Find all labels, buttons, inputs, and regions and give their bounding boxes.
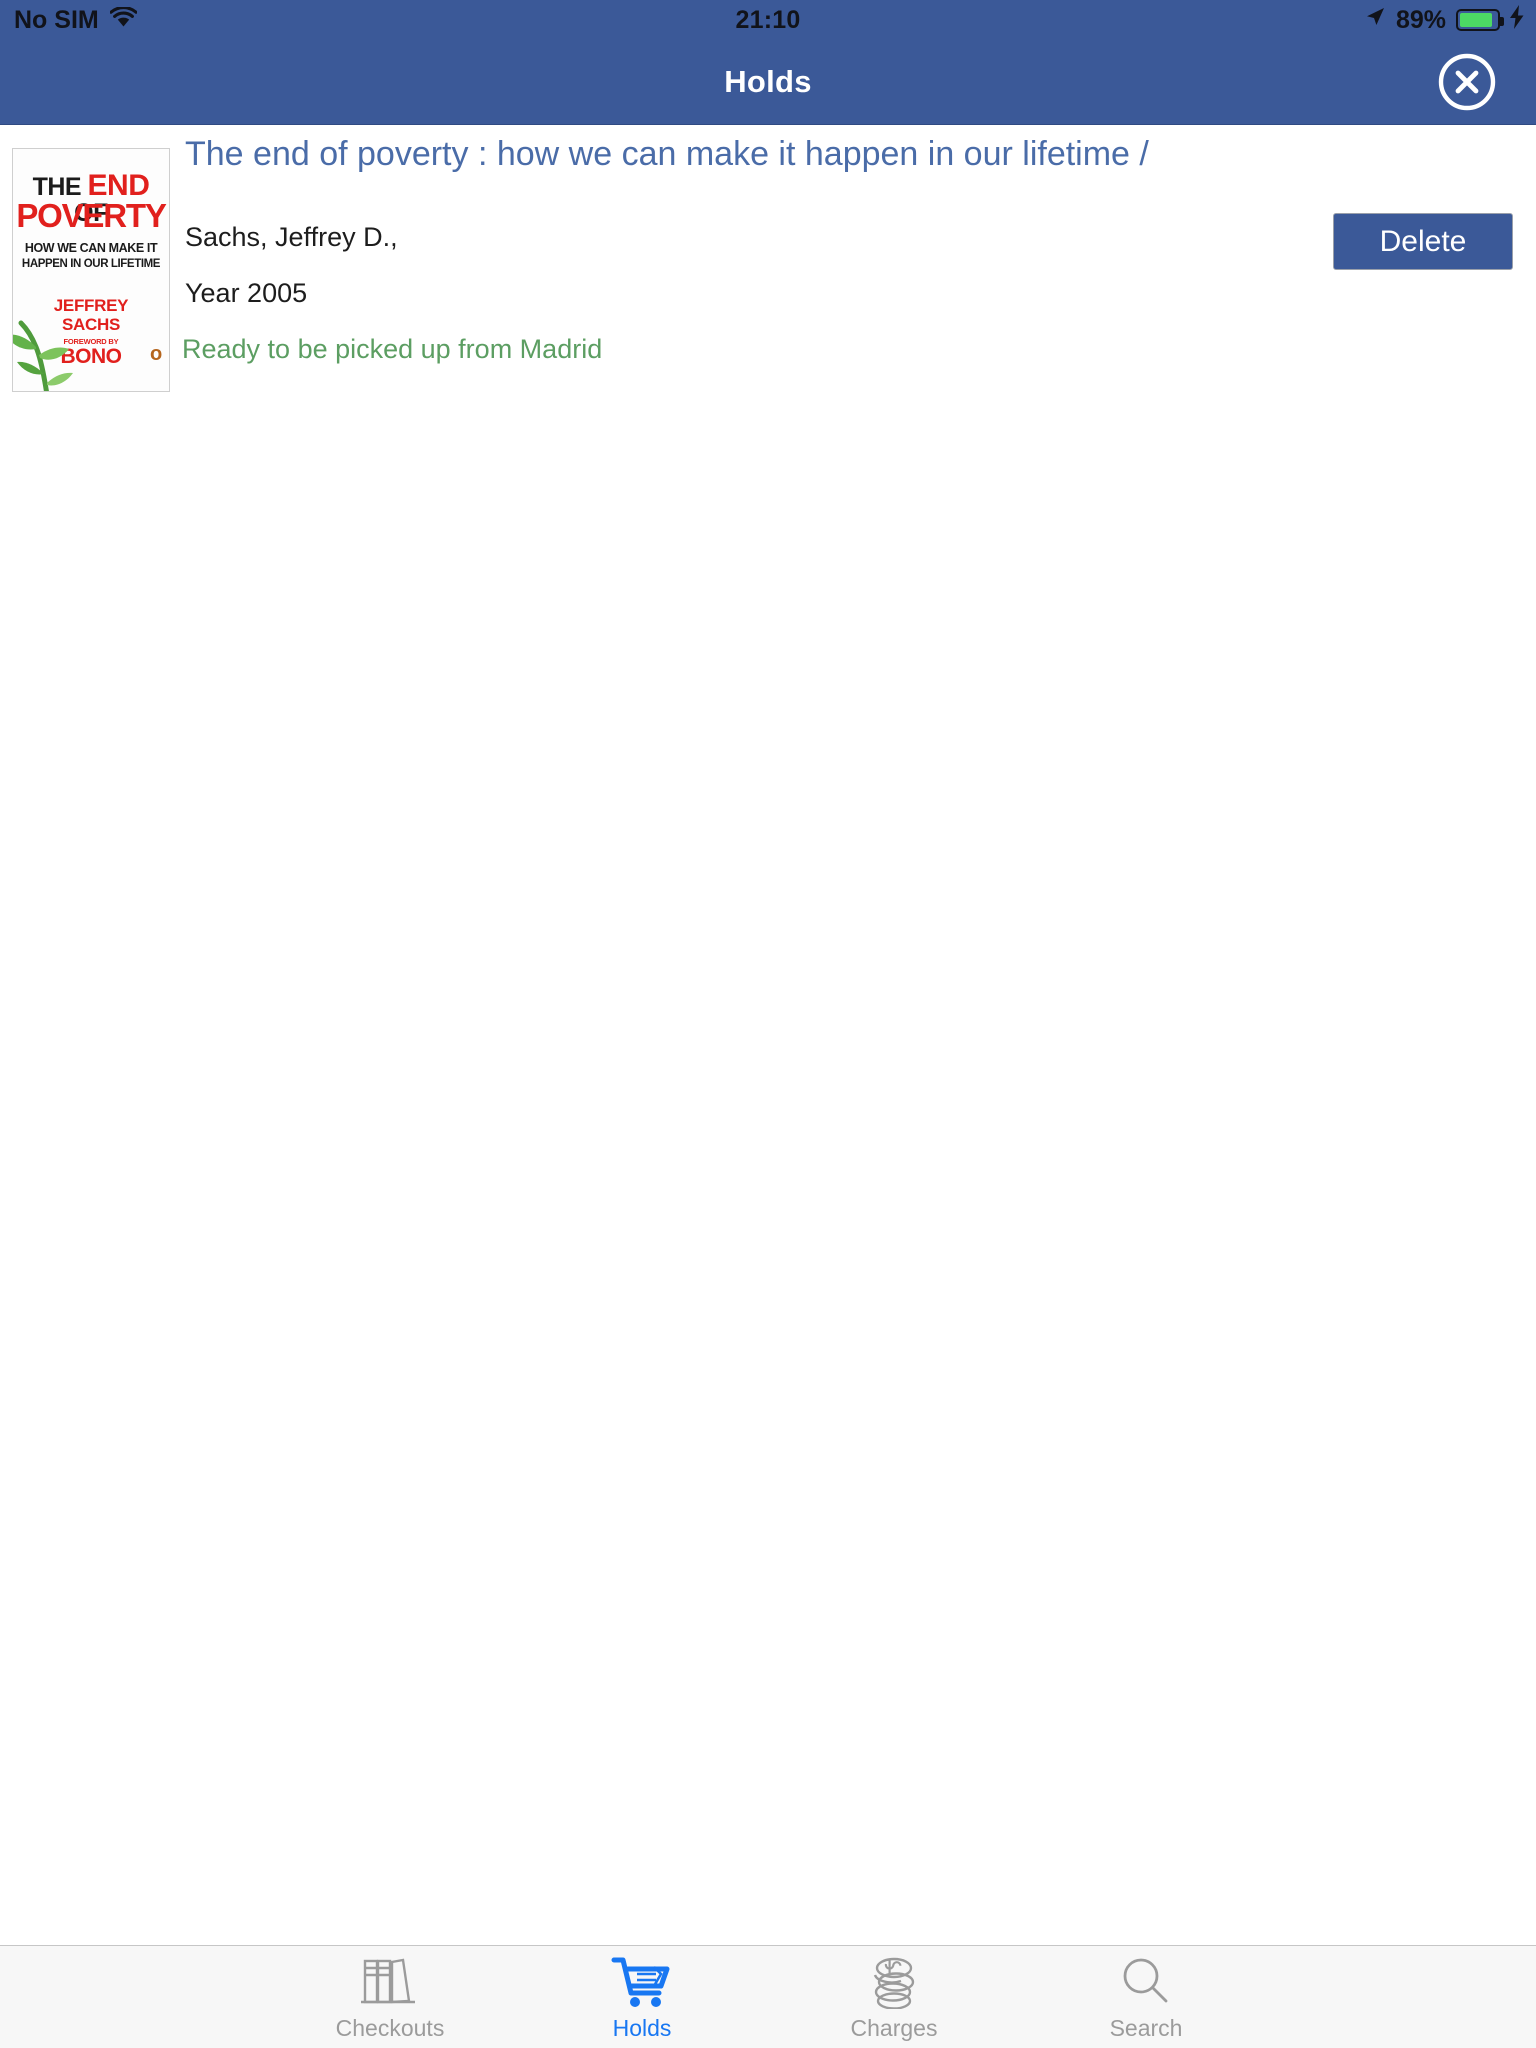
tab-label-search: Search <box>1109 2015 1183 2041</box>
holds-list: THE END OF POVERTY HOW WE CAN MAKE IT HA… <box>0 126 1536 1945</box>
close-button[interactable] <box>1436 51 1498 113</box>
books-shelf-icon <box>359 1955 421 2009</box>
hold-status: Ready to be picked up from Madrid <box>182 334 603 364</box>
cover-title-line2: POVERTY <box>16 197 167 234</box>
coin-stack-icon <box>863 1955 925 2009</box>
battery-icon <box>1456 9 1504 31</box>
status-bar: No SIM 21:10 89% <box>0 0 1536 40</box>
navigation-bar: Holds <box>0 40 1536 125</box>
tab-holds[interactable]: Holds <box>538 1946 746 2046</box>
hold-author: Sachs, Jeffrey D., <box>185 222 398 252</box>
page-title: Holds <box>724 64 812 99</box>
location-arrow-icon <box>1364 6 1386 35</box>
search-icon <box>1115 1955 1177 2009</box>
clock-label: 21:10 <box>735 5 801 34</box>
seedling-icon <box>13 289 89 391</box>
status-bullet-icon: o <box>150 343 163 365</box>
hold-year: Year 2005 <box>185 278 308 308</box>
app-root: No SIM 21:10 89% Holds THE END OF POVERT… <box>0 0 1536 2048</box>
status-bar-center: 21:10 <box>0 0 1536 40</box>
cover-subtitle-line2: HAPPEN IN OUR LIFETIME <box>21 258 161 270</box>
book-cover-art: THE END OF POVERTY HOW WE CAN MAKE IT HA… <box>13 149 169 391</box>
tab-checkouts[interactable]: Checkouts <box>286 1946 494 2046</box>
tab-search[interactable]: Search <box>1042 1946 1250 2046</box>
tab-bar: Checkouts Holds Charges Search <box>0 1945 1536 2048</box>
tab-label-holds: Holds <box>612 2015 672 2041</box>
tab-label-charges: Charges <box>850 2015 938 2041</box>
tab-charges[interactable]: Charges <box>790 1946 998 2046</box>
status-bar-right: 89% <box>1364 0 1524 40</box>
book-cover: THE END OF POVERTY HOW WE CAN MAKE IT HA… <box>12 148 170 392</box>
tab-label-checkouts: Checkouts <box>335 2015 445 2041</box>
lightning-bolt-icon <box>1510 4 1524 36</box>
cover-subtitle-line1: HOW WE CAN MAKE IT <box>24 241 158 255</box>
battery-percent-label: 89% <box>1395 5 1446 34</box>
shopping-cart-icon <box>611 1955 673 2009</box>
hold-title-link[interactable]: The end of poverty : how we can make it … <box>185 134 1365 175</box>
delete-button[interactable]: Delete <box>1333 213 1513 270</box>
